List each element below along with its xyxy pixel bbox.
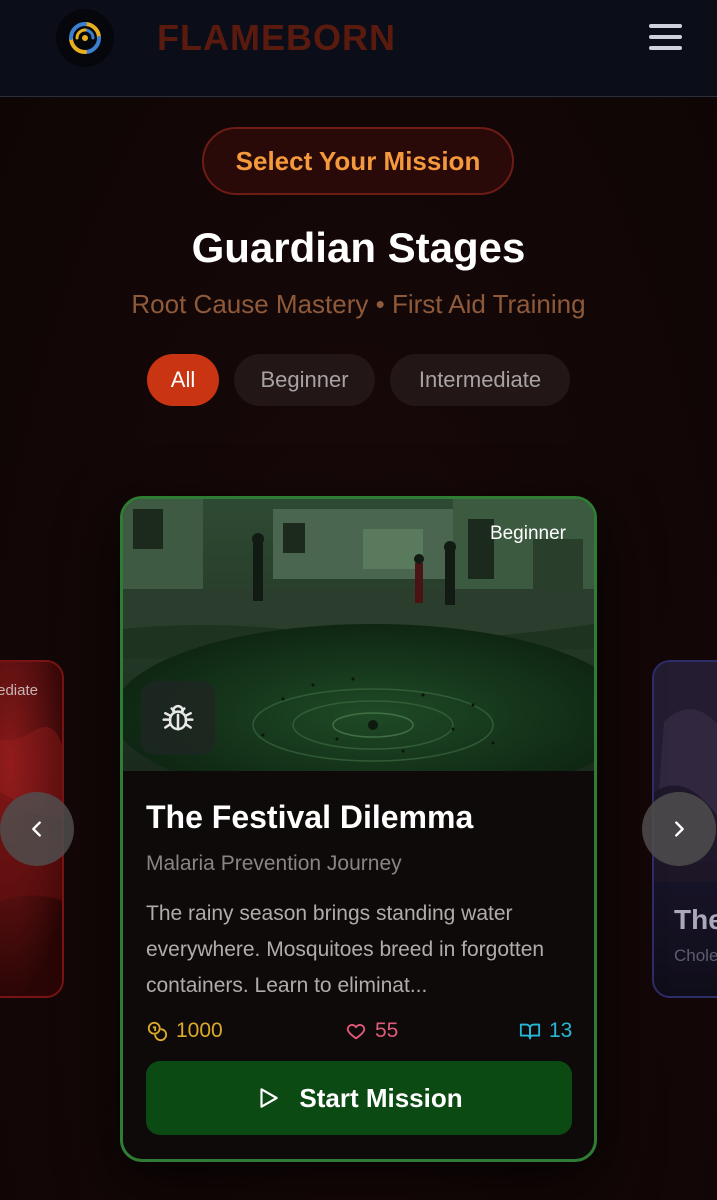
level-badge: Beginner: [489, 523, 566, 544]
start-mission-label: Start Mission: [299, 1082, 463, 1113]
likes-value: 55: [375, 1019, 399, 1042]
card-title: The: [674, 904, 717, 935]
coins-value: 1000: [176, 1019, 223, 1042]
coins-stat: 1000: [146, 1019, 223, 1043]
filter-all[interactable]: All: [147, 354, 219, 406]
chevron-left-icon: [32, 821, 41, 837]
card-subtitle: Malaria Prevention Journey: [146, 852, 402, 875]
card-title: The Festival Dilemma: [146, 799, 474, 835]
chevron-right-icon: [675, 821, 684, 837]
card-subtitle: Chole: [674, 946, 717, 965]
card-description: The rainy season brings standing water e…: [146, 902, 545, 997]
mission-card[interactable]: Beginner The Festival Dilemma Malaria Pr…: [120, 496, 597, 1162]
likes-stat: 55: [345, 1019, 398, 1043]
page-subtitle: Root Cause Mastery • First Aid Training: [131, 289, 586, 319]
hamburger-menu-icon[interactable]: [646, 20, 686, 56]
book-icon: [519, 1023, 541, 1040]
previous-arrow-button[interactable]: [0, 792, 74, 866]
level-badge: ediate: [0, 682, 38, 699]
filter-intermediate[interactable]: Intermediate: [390, 354, 570, 406]
spiral-logo-icon[interactable]: [56, 9, 114, 67]
filter-beginner[interactable]: Beginner: [234, 354, 375, 406]
brand-name: FLAMEBORN: [157, 17, 396, 58]
mission-image: Beginner: [123, 499, 594, 771]
start-mission-button[interactable]: Start Mission: [146, 1061, 572, 1135]
reads-value: 13: [549, 1019, 573, 1042]
next-arrow-button[interactable]: [642, 792, 716, 866]
play-icon: [260, 1088, 279, 1108]
select-mission-pill: Select Your Mission: [202, 127, 514, 195]
bug-icon: [141, 681, 215, 755]
top-nav-bar: FLAMEBORN: [0, 0, 717, 97]
coins-icon: [147, 1021, 168, 1042]
heart-icon: [346, 1024, 366, 1040]
page-title: Guardian Stages: [191, 224, 526, 271]
reads-stat: 13: [519, 1019, 572, 1043]
